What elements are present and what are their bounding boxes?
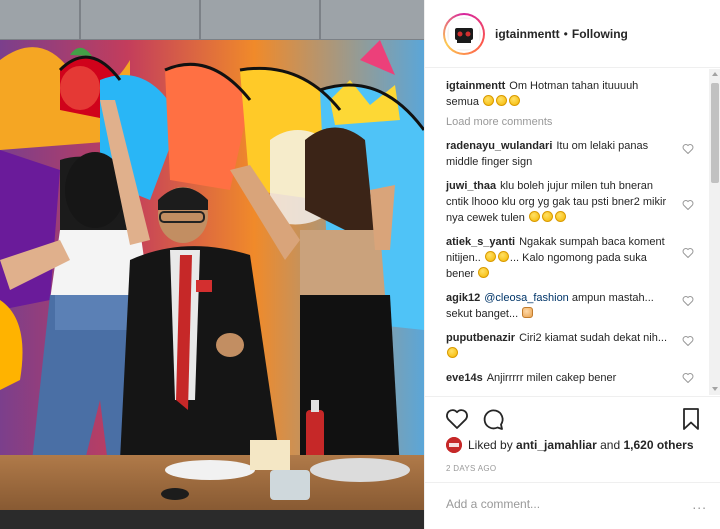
more-options-icon[interactable]: ... [692,497,707,511]
laughing-emoji-icon [497,251,509,262]
scroll-up-arrow-icon[interactable] [712,72,718,76]
laughing-emoji-icon [541,211,553,222]
comments-list[interactable]: igtainmentt Om Hotman tahan ituuuuh semua… [425,69,708,395]
liker-avatar-icon [446,437,462,453]
heart-outline-icon[interactable] [682,199,694,210]
scroll-down-arrow-icon[interactable] [712,387,718,391]
grinning-emoji-icon [509,95,521,106]
likes-count-link[interactable]: 1,620 others [623,438,693,452]
list-item: juwi_thaa klu boleh jujur milen tuh bnera… [446,178,708,226]
hand-emoji-icon [522,307,534,318]
list-item: agik12 @cleosa_fashion ampun mastah... se… [446,290,708,322]
comment-icon[interactable] [481,407,505,431]
comment-username[interactable]: atiek_s_yanti [446,236,515,248]
list-item: eve14s Anjirrrrr milen cakep bener [446,370,708,386]
comment-username[interactable]: puputbenazir [446,332,515,344]
heart-outline-icon[interactable] [682,295,694,306]
avatar[interactable] [443,12,485,55]
comment-text: Ciri2 kiamat sudah dekat nih... [519,332,668,344]
heart-outline-icon[interactable] [682,143,694,154]
heart-outline-icon[interactable] [682,335,694,346]
laughing-emoji-icon [554,211,566,222]
grinning-emoji-icon [478,267,490,278]
laughing-emoji-icon [484,251,496,262]
load-more-comments-link[interactable]: Load more comments [446,116,708,128]
following-button[interactable]: Following [572,27,628,41]
liked-conjunction: and [600,438,621,452]
post-username[interactable]: igtainmentt [495,27,560,41]
post-details-panel: igtainmentt • Following igtainmentt Om Ho… [424,0,720,529]
comment-input[interactable] [446,497,696,511]
post-actions-bar [425,396,720,436]
post-photo[interactable] [0,0,424,529]
caption-username[interactable]: igtainmentt [446,80,505,92]
laughing-emoji-icon [528,211,540,222]
liked-by-prefix: Liked by [468,438,513,452]
rofl-emoji-icon [483,95,495,106]
list-item: puputbenazir Ciri2 kiamat sudah dekat nih… [446,330,708,362]
list-item: atiek_s_yanti Ngakak sumpah baca koment n… [446,234,708,282]
separator-dot: • [563,26,568,41]
heart-outline-icon[interactable] [682,247,694,258]
liker-avatar[interactable] [446,437,462,453]
heart-outline-icon[interactable] [682,372,694,383]
laughing-emoji-icon [496,95,508,106]
post-caption: igtainmentt Om Hotman tahan ituuuuh semua [446,78,708,110]
comment-text: Anjirrrrr milen cakep bener [486,372,617,384]
post-header: igtainmentt • Following [425,0,720,68]
heart-icon[interactable] [445,407,469,431]
comment-username[interactable]: eve14s [446,372,483,384]
comments-scrollbar[interactable] [709,69,720,395]
list-item: radenayu_wulandari Itu om lelaki panas mi… [446,138,708,170]
comment-username[interactable]: radenayu_wulandari [446,140,552,152]
bookmark-icon[interactable] [679,407,703,431]
comment-username[interactable]: juwi_thaa [446,180,496,192]
post-timestamp[interactable]: 2 DAYS AGO [446,464,496,473]
post-image [0,0,424,529]
add-comment-section: ... [425,482,720,529]
liker-username[interactable]: anti_jamahliar [516,438,597,452]
scrollbar-thumb[interactable] [711,83,719,183]
likes-summary: Liked by anti_jamahliar and 1,620 others [446,437,694,453]
comment-username[interactable]: agik12 [446,292,480,304]
comment-mention-link[interactable]: @cleosa_fashion [484,292,569,304]
laughing-emoji-icon [447,347,458,358]
profile-picture-icon [449,18,479,49]
